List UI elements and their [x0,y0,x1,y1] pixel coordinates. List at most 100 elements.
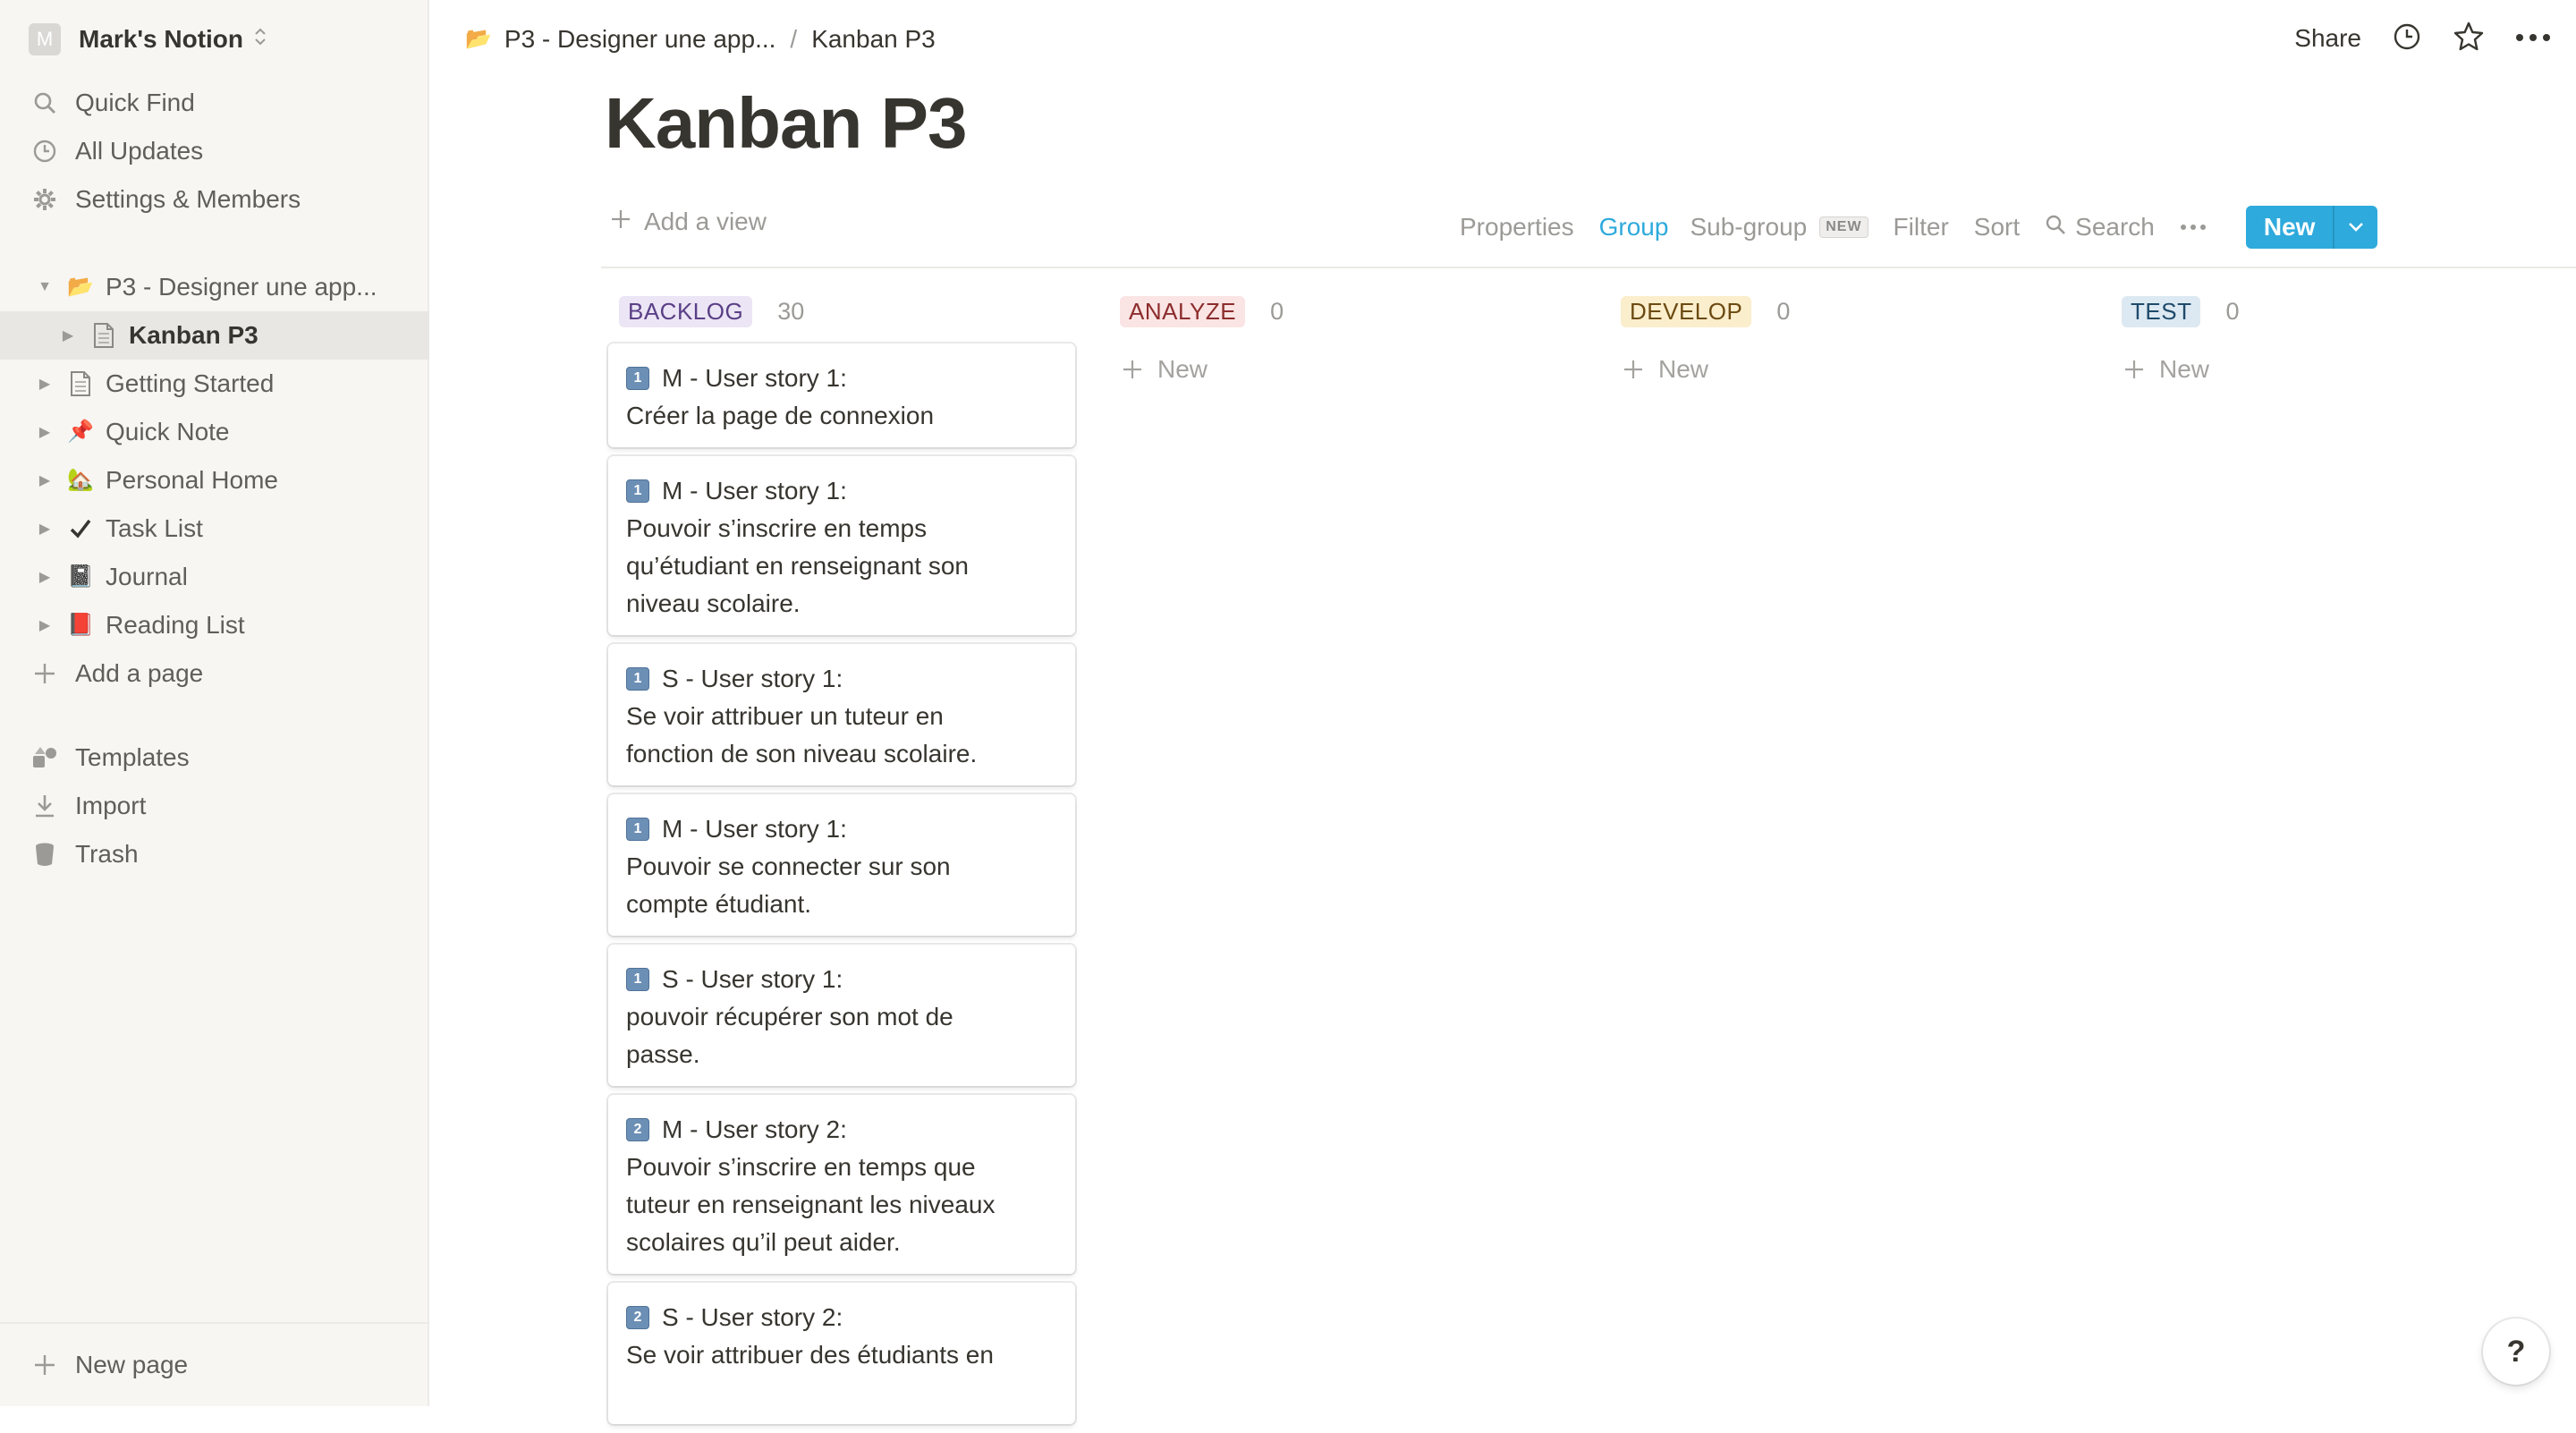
sidebar-item-label: Journal [106,563,188,590]
sidebar-page-reading-list[interactable]: ▶ 📕 Reading List [0,601,429,649]
caret-right-icon[interactable]: ▶ [34,520,55,538]
sidebar-page-getting-started[interactable]: ▶ Getting Started [0,360,429,408]
caret-right-icon[interactable]: ▶ [34,423,55,441]
caret-right-icon[interactable]: ▶ [34,471,55,489]
card-text-line: qu’étudiant en renseignant son [626,552,969,580]
card-title: M - User story 1: [662,815,847,843]
caret-right-icon[interactable]: ▶ [57,326,79,344]
add-view-button[interactable]: Add a view [610,208,767,236]
search-label: Search [2075,213,2155,241]
new-item-button[interactable]: New [2246,206,2334,249]
sidebar-item-trash[interactable]: Trash [0,830,429,878]
workspace-switcher[interactable]: M Mark's Notion [29,21,267,57]
search-icon [29,87,61,119]
chevron-down-icon[interactable] [2333,206,2377,249]
sidebar-item-label: Kanban P3 [129,321,258,349]
import-icon [29,790,61,822]
kanban-card[interactable]: 1 M - User story 1: Pouvoir se connecter s… [608,794,1075,936]
sort-button[interactable]: Sort [1974,213,2020,242]
pushpin-icon: 📌 [67,420,94,444]
topbar-actions: Share [2294,16,2551,61]
sidebar-page-personal-home[interactable]: ▶ 🏡 Personal Home [0,456,429,505]
column-count: 0 [2225,297,2240,325]
board-column-analyze: ANALYZE 0 New [1109,292,1580,390]
card-title: S - User story 1: [662,965,843,993]
add-page-button[interactable]: Add a page [0,649,429,698]
caret-right-icon[interactable]: ▶ [34,568,55,586]
caret-down-icon[interactable]: ▼ [34,279,55,295]
new-page-button[interactable]: New page [0,1322,429,1406]
status-badge: BACKLOG [619,295,753,327]
sidebar-item-settings[interactable]: Settings & Members [0,175,429,224]
number-emoji-icon: 1 [626,818,649,841]
column-count: 0 [1270,297,1284,325]
card-text-line: tuteur en renseignant les niveaux [626,1191,996,1218]
sidebar-page-task-list[interactable]: ▶ Task List [0,505,429,553]
workspace-avatar: M [29,23,61,55]
sidebar-item-quick-find[interactable]: Quick Find [0,79,429,127]
plus-icon [29,657,61,690]
number-emoji-icon: 1 [626,667,649,691]
sidebar-item-all-updates[interactable]: All Updates [0,127,429,175]
sidebar-item-label: All Updates [75,137,204,165]
add-card-button[interactable]: New [2111,349,2576,390]
sidebar-page-journal[interactable]: ▶ 📓 Journal [0,553,429,601]
breadcrumb-item-parent[interactable]: P3 - Designer une app... [504,25,776,54]
page-title[interactable]: Kanban P3 [605,82,967,165]
kanban-card[interactable]: 1 S - User story 1: pouvoir récupérer son … [608,945,1075,1086]
properties-button[interactable]: Properties [1460,213,1574,242]
add-card-label: New [1157,355,1208,383]
search-icon [2045,213,2066,242]
help-button[interactable]: ? [2483,1319,2549,1385]
status-badge: TEST [2122,295,2201,327]
folder-icon: 📂 [67,275,94,299]
sidebar: M Mark's Notion Quick Find All Updates S… [0,0,429,1406]
caret-right-icon[interactable]: ▶ [34,375,55,393]
add-card-button[interactable]: New [1109,349,1580,390]
search-button[interactable]: Search [2045,213,2155,242]
sidebar-page-quick-note[interactable]: ▶ 📌 Quick Note [0,408,429,456]
sidebar-page-p3[interactable]: ▼ 📂 P3 - Designer une app... [0,263,429,311]
number-emoji-icon: 2 [626,1118,649,1141]
kanban-card[interactable]: 1 M - User story 1: Pouvoir s’inscrire en … [608,456,1075,635]
more-options-icon[interactable] [2515,30,2551,47]
status-badge: DEVELOP [1621,295,1752,327]
column-header[interactable]: DEVELOP 0 [1610,292,2080,331]
sidebar-item-label: Add a page [75,659,204,687]
sidebar-item-templates[interactable]: Templates [0,733,429,782]
card-title-row: 1 M - User story 1: [626,810,1057,848]
column-header[interactable]: ANALYZE 0 [1109,292,1580,331]
breadcrumb-separator: / [790,25,798,53]
card-text-line: niveau scolaire. [626,589,801,617]
more-options-icon[interactable] [2180,224,2207,231]
share-button[interactable]: Share [2294,24,2361,53]
filter-button[interactable]: Filter [1894,213,1949,242]
number-emoji-icon: 1 [626,479,649,503]
sidebar-page-kanban-p3[interactable]: ▶ Kanban P3 [0,311,429,360]
gear-icon [29,183,61,216]
kanban-card[interactable]: 1 M - User story 1: Créer la page de conne… [608,343,1075,447]
sidebar-item-label: P3 - Designer une app... [106,273,377,301]
subgroup-button[interactable]: Sub-group NEW [1690,213,1868,242]
sidebar-item-label: Templates [75,743,190,771]
card-title-row: 1 M - User story 1: [626,472,1057,510]
group-button[interactable]: Group [1599,213,1669,242]
history-icon[interactable] [2392,21,2422,56]
breadcrumb-item-current[interactable]: Kanban P3 [811,25,936,54]
kanban-card[interactable]: 1 S - User story 1: Se voir attribuer un t… [608,644,1075,785]
kanban-card[interactable]: 2 M - User story 2: Pouvoir s’inscrire en … [608,1095,1075,1274]
column-count: 30 [777,297,805,325]
caret-right-icon[interactable]: ▶ [34,616,55,634]
card-text-line: Créer la page de connexion [626,402,935,429]
number-emoji-icon: 1 [626,367,649,390]
sidebar-item-import[interactable]: Import [0,782,429,830]
plus-icon [2125,360,2143,378]
column-header[interactable]: TEST 0 [2111,292,2576,331]
kanban-card[interactable]: 2 S - User story 2: Se voir attribuer des … [608,1283,1075,1424]
folder-icon: 📂 [465,27,492,51]
favorite-star-icon[interactable] [2453,21,2485,57]
add-card-button[interactable]: New [1610,349,2080,390]
plus-icon [1123,360,1141,378]
templates-icon [29,742,61,774]
column-header[interactable]: BACKLOG 30 [608,292,1079,331]
